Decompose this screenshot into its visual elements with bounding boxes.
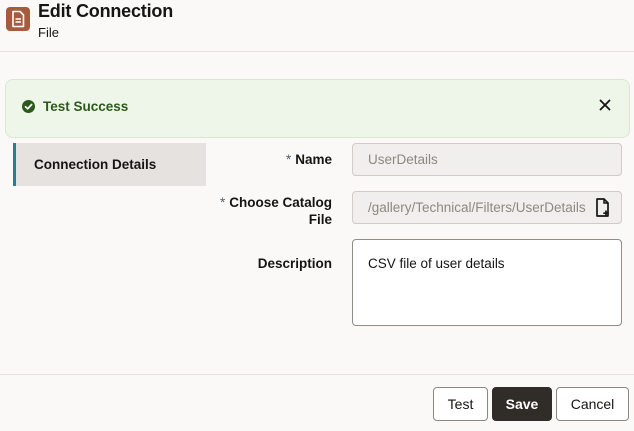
success-banner: Test Success — [5, 79, 630, 138]
dialog-header: Edit Connection File — [0, 0, 634, 52]
description-textarea[interactable]: CSV file of user details — [352, 239, 622, 326]
description-label: Description — [257, 256, 332, 271]
close-icon[interactable] — [596, 96, 614, 114]
nav-item-connection-details[interactable]: Connection Details — [13, 143, 206, 186]
dialog-subtitle: File — [38, 25, 59, 40]
catalog-file-input[interactable]: /gallery/Technical/Filters/UserDetails — [352, 191, 622, 224]
cancel-button[interactable]: Cancel — [556, 387, 629, 421]
required-marker: * — [285, 152, 292, 167]
catalog-file-label: * Choose Catalog File — [200, 194, 332, 228]
name-label: * Name — [272, 152, 332, 167]
check-circle-icon — [22, 100, 35, 113]
name-label-text: Name — [295, 152, 332, 167]
catalog-file-label-line1: Choose Catalog — [229, 195, 332, 210]
save-button[interactable]: Save — [492, 387, 552, 421]
test-button[interactable]: Test — [433, 387, 488, 421]
banner-message: Test Success — [43, 99, 129, 114]
nav-item-label: Connection Details — [34, 157, 157, 172]
file-picker-icon[interactable] — [593, 197, 613, 219]
name-input[interactable]: UserDetails — [352, 143, 622, 176]
dialog-title: Edit Connection — [38, 1, 173, 21]
catalog-file-label-line2: File — [308, 212, 332, 227]
required-marker: * — [219, 195, 226, 210]
document-icon — [6, 7, 30, 31]
